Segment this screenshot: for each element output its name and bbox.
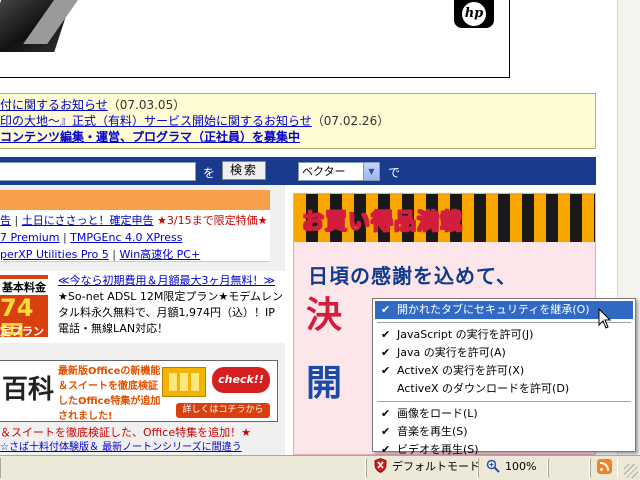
bottom-link[interactable]: ☆さば十料付体験版＆ 最新ノートンシリーズに間違う [0,441,285,455]
rss-feed-icon[interactable] [597,459,612,474]
menu-item-java[interactable]: ✔ Java の実行を許可(A) [375,344,633,362]
promo-text: ≪今なら初期費用＆月額最大3ヶ月無料！≫ ★So-net ADSL 12M限定プ… [58,273,284,337]
security-context-menu: ✔ 開かれたタブにセキュリティを継承(O) ✔ JavaScript の実行を許… [372,298,636,456]
menu-item-activex[interactable]: ✔ ActiveX の実行を許可(X) [375,362,633,380]
office-package-image [162,367,206,397]
ad-line: 日頃の感謝を込めて、 [308,264,517,288]
chevron-down-icon[interactable]: ▼ [363,163,379,180]
status-bar: デフォルトモード 100% [0,455,640,480]
check-icon: ✔ [381,303,391,316]
link-row: 7 Premium | TMPGEnc 4.0 XPress [0,227,270,244]
search-input[interactable] [0,162,196,181]
link-separator: | [112,248,116,261]
security-mode-label[interactable]: デフォルトモード [392,460,480,474]
check-icon: ✔ [381,425,391,438]
news-link[interactable]: 付に関するお知らせ [0,98,108,112]
check-icon: ✔ [381,407,391,420]
news-item: 付に関するお知らせ（07.03.05） [0,97,595,113]
search-button[interactable]: 検索 [222,161,266,180]
link-highlight: ★3/15まで限定特価★ [157,214,268,227]
ad-text: 最新版Officeの新機能＆スイートを徹底検証したOffice特集が追加されまし… [58,366,161,422]
menu-item-play-sound[interactable]: ✔ 音楽を再生(S) [375,423,633,441]
promo-body: ★So-net ADSL 12M限定プラン★モデムレンタル料永久無料で、月額1,… [58,290,284,335]
news-link[interactable]: 印の大地〜』正式（有料）サービス開始に関するお知らせ [0,114,312,128]
software-links-box: 告 | 土日にささっと！確定申告 ★3/15まで限定特価★ 7 Premium … [0,210,270,262]
link-item[interactable]: 告 [0,214,11,227]
link-separator: | [14,214,19,227]
check-icon: ✔ [381,346,391,359]
top-ad-banner[interactable]: hp [0,0,510,78]
ad-line: 開 [306,363,343,404]
news-date: （07.02.26） [311,114,390,128]
search-bar: を 検索 ベクター ▼ で [0,157,596,185]
status-pane-empty [548,458,590,478]
resize-grip[interactable] [624,464,638,478]
menu-divider [377,322,631,323]
mouse-cursor-icon [598,308,612,329]
news-date: （07.03.05） [107,98,186,112]
search-target-value: ベクター [302,165,346,178]
ad-title: お買い得品満載 [301,210,464,236]
detail-button[interactable]: 詳しくはコチラから [176,403,270,418]
menu-item-inherit-security[interactable]: ✔ 開かれたタブにセキュリティを継承(O) [375,301,633,319]
link-row: perXP Utilities Pro 5 | Win高速化 PC+ [0,244,270,261]
news-item: コンテンツ編集・運営、プログラマ（正社員）を募集中 [0,129,595,145]
ad-line: 決 [306,295,343,336]
check-icon: ✔ [381,364,391,377]
promo-badge[interactable]: 基本料金 74円 定プラン [0,275,48,337]
link-separator: | [62,231,67,244]
link-item[interactable]: perXP Utilities Pro 5 [0,248,109,261]
search-target-select[interactable]: ベクター ▼ [298,162,380,181]
news-box: 付に関するお知らせ（07.03.05） 印の大地〜』正式（有料）サービス開始に関… [0,93,596,149]
office-feature-ad[interactable]: 百科 最新版Officeの新機能＆スイートを徹底検証したOffice特集が追加さ… [0,360,278,422]
hp-logo: hp [454,0,494,28]
news-link-recruit[interactable]: コンテンツ編集・運営、プログラマ（正社員）を募集中 [0,130,300,144]
menu-item-activex-download[interactable]: ActiveX のダウンロードを許可(D) [375,380,633,398]
status-pane-main [0,458,366,478]
link-item[interactable]: TMPGEnc 4.0 XPress [70,231,182,244]
link-item[interactable]: 土日にささっと！確定申告 [22,214,154,227]
section-header-bar [0,190,270,210]
search-particle-de: で [388,166,401,180]
link-item[interactable]: Win高速化 PC+ [120,248,201,261]
menu-divider [377,401,631,402]
check-icon: ✔ [381,328,391,341]
zoom-level[interactable]: 100% [505,460,536,474]
zoom-icon[interactable] [486,459,500,473]
office-feature-line[interactable]: ＆スイートを徹底検証した、Office特集を追加！★ [0,425,285,441]
menu-item-javascript[interactable]: ✔ JavaScript の実行を許可(J) [375,326,633,344]
search-particle-wo: を [203,166,216,180]
link-row: 告 | 土日にささっと！確定申告 ★3/15まで限定特価★ [0,210,270,227]
menu-item-load-images[interactable]: ✔ 画像をロード(L) [375,405,633,423]
news-item: 印の大地〜』正式（有料）サービス開始に関するお知らせ（07.02.26） [0,113,595,129]
link-item[interactable]: 7 Premium [0,231,59,244]
ad-title: 百科 [2,375,55,405]
adsl-promo: 基本料金 74円 定プラン ≪今なら初期費用＆月額最大3ヶ月無料！≫ ★So-n… [0,271,285,343]
promo-headline-link[interactable]: ≪今なら初期費用＆月額最大3ヶ月無料！≫ [58,274,275,287]
security-shield-icon[interactable] [374,458,387,473]
check-badge: check!! [212,367,270,393]
